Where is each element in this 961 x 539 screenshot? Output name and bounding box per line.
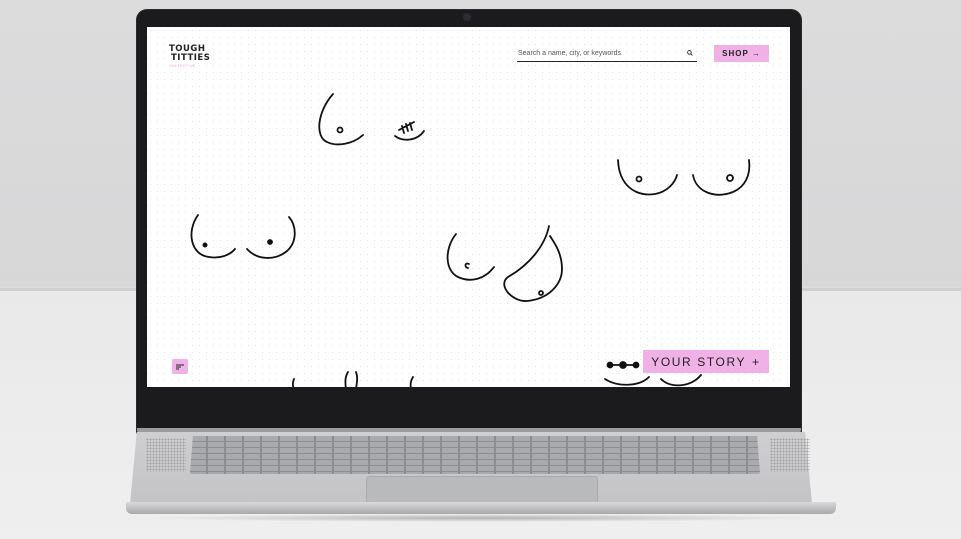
laptop-lid: TOUGH TITTIES COLLECTIVE Search a name, …: [137, 10, 801, 434]
webcam: [463, 13, 471, 21]
nipple-drawing: [726, 174, 734, 182]
breast-drawing: [409, 376, 414, 387]
nipple-drawing: [202, 242, 208, 248]
logo-text: TITTIES: [171, 53, 211, 63]
breast-drawing: [190, 214, 236, 259]
illustration-canvas: [190, 93, 751, 387]
speaker-grille: [146, 438, 186, 472]
piercing-drawing: [632, 361, 640, 369]
speaker-grille: [770, 438, 810, 472]
keyboard-rows: [190, 436, 760, 474]
your-story-button[interactable]: YOUR STORY +: [643, 350, 769, 373]
laptop-base-edge: [126, 502, 836, 514]
breast-drawing: [394, 130, 425, 141]
laptop-screen: TOUGH TITTIES COLLECTIVE Search a name, …: [147, 27, 790, 387]
logo-tagline: COLLECTIVE: [169, 64, 196, 68]
search-field[interactable]: Search a name, city, or keywords: [517, 48, 697, 62]
shop-button[interactable]: SHOP →: [714, 45, 769, 62]
trackpad: [366, 476, 598, 503]
nipple-drawing: [464, 262, 470, 269]
piercing-drawing: [619, 361, 627, 369]
breast-drawing: [291, 378, 295, 387]
arrow-right-icon: →: [751, 49, 761, 58]
breast-drawing: [246, 216, 296, 259]
filter-icon: [176, 364, 184, 369]
breast-drawing: [344, 371, 359, 387]
your-story-label: YOUR STORY: [651, 354, 747, 369]
nipple-drawing: [267, 239, 273, 245]
site-logo[interactable]: TOUGH TITTIES COLLECTIVE: [169, 45, 211, 75]
search-input[interactable]: Search a name, city, or keywords: [518, 50, 621, 57]
nipple-drawing: [635, 175, 643, 183]
breast-drawing: [692, 159, 751, 196]
breast-drawing: [660, 374, 702, 387]
breast-drawing: [446, 233, 495, 281]
breast-drawing: [503, 225, 563, 302]
scar-drawing: [398, 121, 415, 134]
nipple-drawing: [538, 290, 544, 296]
breast-drawing: [604, 376, 650, 386]
shop-button-label: SHOP: [722, 49, 749, 58]
breast-drawing: [318, 93, 364, 146]
laptop-shadow: [140, 514, 820, 522]
plus-icon: +: [752, 354, 761, 369]
breast-drawing: [617, 159, 678, 196]
search-icon[interactable]: [687, 50, 693, 56]
filter-button[interactable]: [172, 359, 188, 374]
nipple-drawing: [336, 126, 344, 134]
piercing-drawing: [606, 361, 614, 369]
